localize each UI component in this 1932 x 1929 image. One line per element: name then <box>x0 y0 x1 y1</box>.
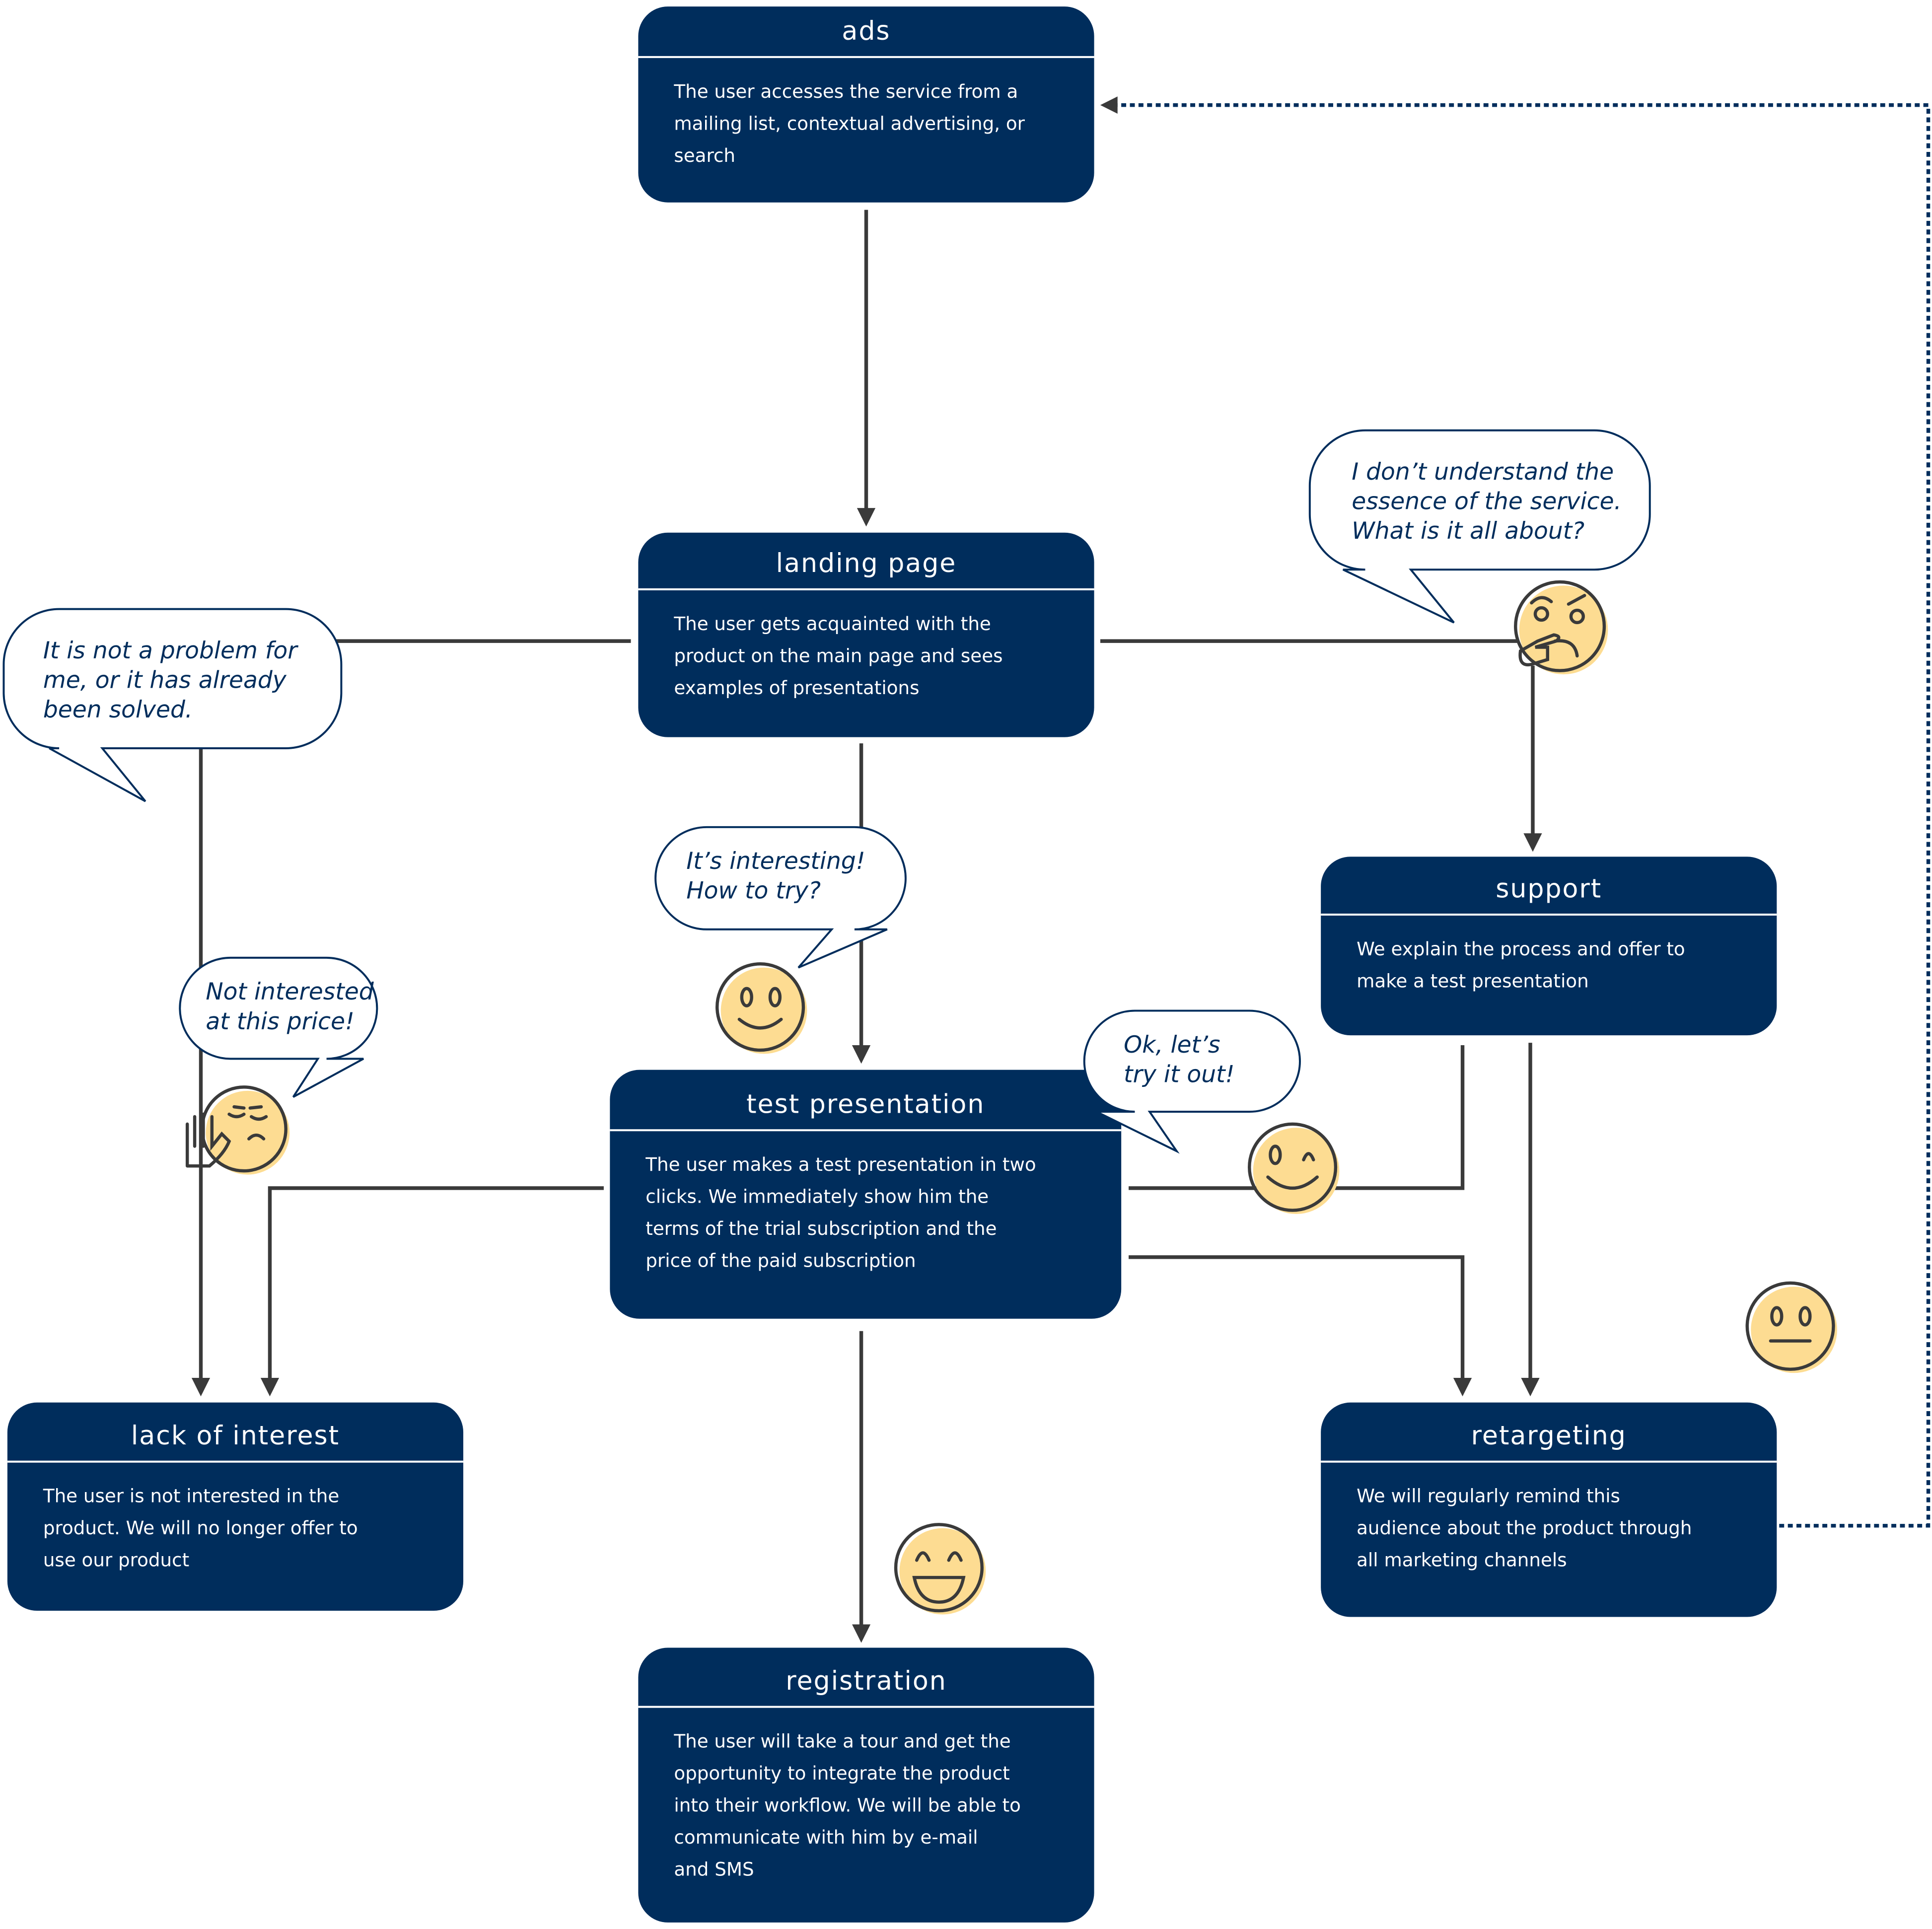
bubble-line: How to try? <box>686 877 821 905</box>
speech-bubble-solved: It is not a problem for me, or it has alr… <box>2 608 343 802</box>
description-line: The user gets acquainted with the <box>673 613 991 635</box>
winking-smile-face-icon <box>1248 1122 1340 1215</box>
node-test: test presentation The user makes a test p… <box>610 1070 1122 1319</box>
description-line: price of the paid subscription <box>645 1250 916 1272</box>
grinning-face-icon <box>894 1523 986 1615</box>
node-title: landing page <box>776 549 957 578</box>
thinking-face-icon <box>1514 580 1608 675</box>
description-line: make a test presentation <box>1357 970 1589 992</box>
description-line: use our product <box>43 1549 189 1571</box>
description-line: mailing list, contextual advertising, or <box>674 112 1025 134</box>
description-line: audience about the product through <box>1357 1517 1692 1539</box>
user-flow-diagram: ads The user accesses the service from a m… <box>2 6 1931 1923</box>
arrow-test-to-retargeting <box>1129 1255 1472 1397</box>
bubble-line: What is it all about? <box>1352 517 1584 545</box>
description-line: clicks. We immediately show him the <box>645 1186 989 1208</box>
description-line: The user makes a test presentation in tw… <box>645 1153 1036 1175</box>
node-ads: ads The user accesses the service from a m… <box>638 6 1094 203</box>
node-retargeting: retargeting We will regularly remind this… <box>1321 1402 1777 1617</box>
bubble-line: been solved. <box>43 696 193 723</box>
bubble-text: I don’t understand the essence of the ser… <box>1352 458 1621 545</box>
description-line: opportunity to integrate the product <box>674 1762 1009 1784</box>
node-lack: lack of interest The user is not interest… <box>7 1402 464 1611</box>
node-title: ads <box>842 16 890 46</box>
bubble-line: Not interested <box>206 978 374 1005</box>
bubble-line: It is not a problem for <box>43 637 298 664</box>
description-line: terms of the trial subscription and the <box>645 1217 997 1239</box>
description-line: The user will take a tour and get the <box>673 1730 1010 1752</box>
description-line: into their workflow. We will be able to <box>674 1794 1021 1816</box>
description-line: We explain the process and offer to <box>1357 938 1685 960</box>
description-line: The user accesses the service from a <box>673 80 1018 102</box>
bubble-line: Ok, let’s <box>1124 1031 1220 1059</box>
node-title: retargeting <box>1471 1421 1627 1451</box>
speech-bubble-price: Not interested at this price! <box>179 956 378 1098</box>
description-line: search <box>674 144 735 166</box>
node-title: lack of interest <box>131 1421 340 1451</box>
node-title: test presentation <box>746 1090 985 1120</box>
description-line: examples of presentations <box>674 677 919 699</box>
bubble-line: essence of the service. <box>1352 488 1621 515</box>
description-line: The user is not interested in the <box>43 1485 339 1507</box>
bubble-line: at this price! <box>206 1008 354 1035</box>
node-landing: landing page The user gets acquainted wit… <box>638 532 1094 737</box>
node-title: registration <box>786 1666 946 1696</box>
bubble-line: try it out! <box>1124 1061 1234 1088</box>
description-line: communicate with him by e-mail <box>674 1826 978 1848</box>
neutral-face-icon <box>1745 1281 1837 1373</box>
description-line: product on the main page and sees <box>674 644 1002 666</box>
bubble-line: I don’t understand the <box>1352 458 1614 486</box>
node-registration: registration The user will take a tour an… <box>638 1647 1094 1923</box>
bubble-line: me, or it has already <box>43 666 287 694</box>
dotted-arrowhead <box>1100 96 1118 114</box>
arrow-test-to-lack <box>260 1186 604 1397</box>
description-line: We will regularly remind this <box>1357 1485 1620 1507</box>
description-line: all marketing channels <box>1357 1549 1567 1571</box>
speech-bubble-understand: I don’t understand the essence of the ser… <box>1308 429 1651 624</box>
smiling-face-icon <box>716 962 807 1054</box>
description-line: product. We will no longer offer to <box>43 1517 358 1539</box>
bubble-line: It’s interesting! <box>686 848 865 875</box>
node-support: support We explain the process and offer … <box>1321 857 1777 1036</box>
node-title: support <box>1496 874 1602 904</box>
description-line: and SMS <box>674 1858 754 1880</box>
speech-bubble-interesting: It’s interesting! How to try? <box>654 826 907 969</box>
